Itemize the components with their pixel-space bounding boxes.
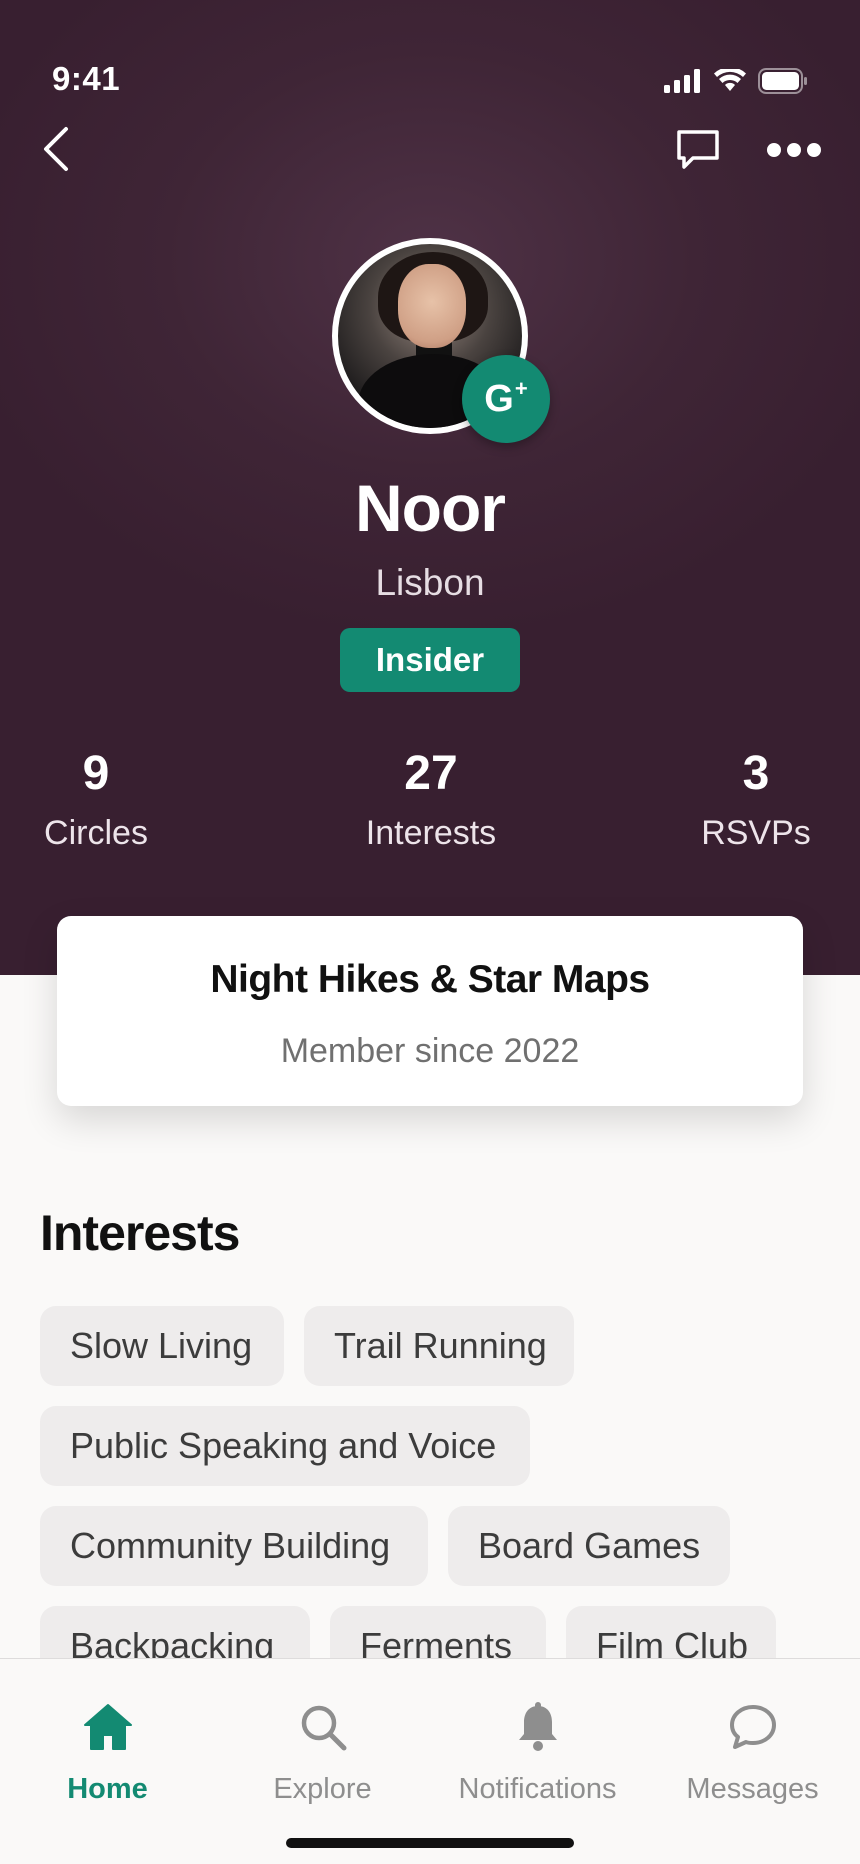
tab-label: Home xyxy=(67,1773,148,1805)
wifi-icon xyxy=(714,69,746,91)
stat-label: RSVPs xyxy=(701,814,811,852)
interests-heading: Interests xyxy=(40,1205,240,1261)
message-button[interactable] xyxy=(672,124,724,176)
tab-explore[interactable]: Explore xyxy=(215,1699,430,1806)
tab-label: Notifications xyxy=(458,1773,617,1805)
interest-chip[interactable]: Board Games xyxy=(448,1506,730,1586)
badge-letter: G xyxy=(484,377,514,420)
stat-rsvps[interactable]: 3 RSVPs xyxy=(646,750,860,853)
stat-label: Circles xyxy=(44,814,148,852)
tab-messages[interactable]: Messages xyxy=(645,1699,860,1806)
member-badge: G + xyxy=(462,355,550,443)
stat-value: 9 xyxy=(82,747,110,800)
home-indicator xyxy=(286,1838,574,1848)
profile-name: Noor xyxy=(355,471,506,545)
stat-label: Interests xyxy=(365,814,497,852)
stat-value: 3 xyxy=(742,747,770,800)
stat-circles[interactable]: 9 Circles xyxy=(0,750,206,853)
interest-chip[interactable]: Public Speaking and Voice xyxy=(40,1406,530,1486)
stat-value: 27 xyxy=(404,747,458,800)
search-icon xyxy=(295,1699,351,1755)
signal-icon xyxy=(664,69,700,93)
home-icon xyxy=(80,1699,136,1755)
tab-label: Messages xyxy=(686,1773,819,1805)
stat-interests[interactable]: 27 Interests xyxy=(321,750,541,853)
chevron-left-icon xyxy=(44,127,68,171)
group-subtitle: Member since 2022 xyxy=(280,1032,580,1070)
back-button[interactable] xyxy=(36,124,76,174)
tab-home[interactable]: Home xyxy=(0,1699,215,1806)
bell-icon xyxy=(510,1699,566,1755)
interest-chip[interactable]: Trail Running xyxy=(304,1306,574,1386)
status-icons xyxy=(664,68,808,94)
tab-notifications[interactable]: Notifications xyxy=(430,1699,645,1806)
chat-bubble-icon xyxy=(677,130,719,169)
status-time: 9:41 xyxy=(52,60,121,97)
more-horizontal-icon xyxy=(767,143,821,157)
badge-plus: + xyxy=(514,376,528,401)
message-icon xyxy=(725,1699,781,1755)
battery-icon xyxy=(758,68,807,94)
interest-chip[interactable]: Slow Living xyxy=(40,1306,284,1386)
top-nav xyxy=(0,120,860,180)
tab-bar: Home Explore Notifications Messages xyxy=(0,1658,860,1864)
tab-label: Explore xyxy=(273,1773,372,1805)
interest-chip[interactable]: Community Building xyxy=(40,1506,428,1586)
tier-badge: Insider xyxy=(340,628,520,692)
status-bar: 9:41 xyxy=(0,0,860,120)
group-title: Night Hikes & Star Maps xyxy=(210,958,650,1001)
profile-city: Lisbon xyxy=(375,562,485,603)
more-options-button[interactable] xyxy=(764,124,824,176)
group-card[interactable]: Night Hikes & Star Maps Member since 202… xyxy=(57,916,803,1106)
